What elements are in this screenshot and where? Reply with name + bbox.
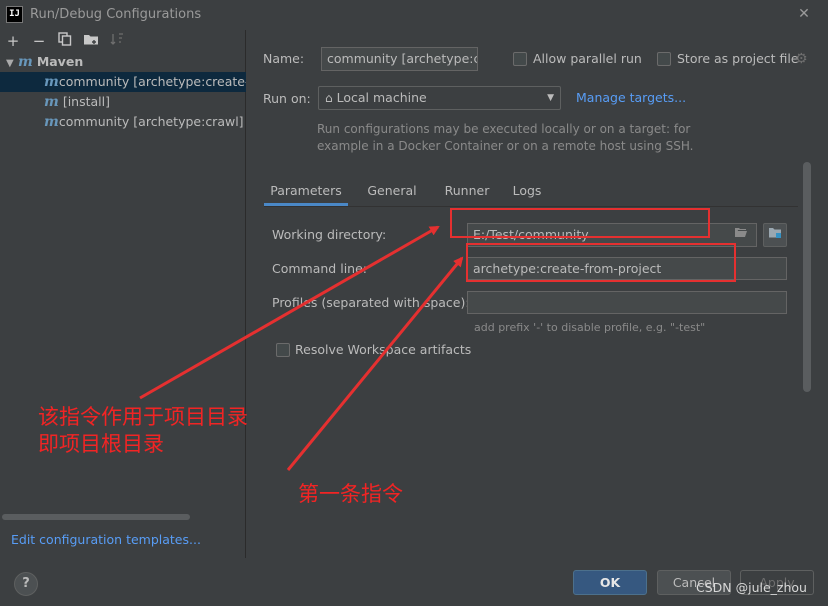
- ok-button[interactable]: OK: [573, 570, 647, 595]
- sidebar-toolbar: + −: [0, 30, 246, 52]
- run-on-hint-line2: example in a Docker Container or on a re…: [317, 139, 694, 153]
- csdn-watermark: CSDN @jule_zhou: [696, 580, 807, 595]
- store-project-label: Store as project file: [677, 51, 799, 66]
- close-icon[interactable]: ✕: [796, 6, 812, 22]
- configurations-sidebar: + − ▼ m Maven mcommunity [archetype:creat…: [0, 30, 246, 558]
- browse-folder-button[interactable]: [763, 223, 787, 247]
- annotation-note-line1: 该指令作用于项目目录: [38, 405, 248, 429]
- add-icon[interactable]: +: [4, 32, 22, 50]
- tab-runner[interactable]: Runner: [432, 178, 502, 206]
- tree-group-label: Maven: [36, 54, 84, 69]
- run-on-hint-line1: Run configurations may be executed local…: [317, 122, 691, 136]
- profiles-hint: add prefix '-' to disable profile, e.g. …: [474, 321, 706, 334]
- tab-general[interactable]: General: [356, 178, 428, 206]
- dialog-footer: ? OK Cancel Apply CSDN @jule_zhou: [0, 558, 828, 606]
- tree-item-label: community [archetype:create-from-project…: [58, 74, 246, 89]
- open-folder-icon[interactable]: [734, 226, 748, 241]
- profiles-input[interactable]: [467, 291, 787, 314]
- tree-item-label: [install]: [62, 94, 110, 109]
- annotation-box-working-directory: [450, 208, 710, 238]
- new-folder-icon[interactable]: [82, 32, 100, 50]
- run-on-value: Local machine: [336, 90, 427, 105]
- run-on-select[interactable]: ⌂ Local machine ▼: [318, 86, 561, 110]
- allow-parallel-label: Allow parallel run: [533, 51, 642, 66]
- tree-item[interactable]: mcommunity [archetype:crawl]: [0, 112, 246, 132]
- tab-logs[interactable]: Logs: [504, 178, 550, 206]
- working-directory-label: Working directory:: [272, 227, 387, 242]
- remove-icon[interactable]: −: [30, 32, 48, 50]
- editor-vertical-scrollbar[interactable]: [803, 162, 811, 392]
- intellij-logo-icon: IJ: [6, 6, 23, 23]
- sidebar-horizontal-scrollbar[interactable]: [2, 514, 190, 520]
- name-label: Name:: [263, 51, 305, 66]
- run-on-label: Run on:: [263, 91, 311, 106]
- maven-icon: m: [44, 94, 59, 110]
- tree-item-label: community [archetype:crawl]: [58, 114, 244, 129]
- copy-icon[interactable]: [56, 32, 74, 50]
- name-input[interactable]: community [archetype:create-from-project…: [321, 47, 478, 71]
- maven-icon: m: [44, 114, 59, 130]
- window-title: Run/Debug Configurations: [30, 7, 202, 22]
- resolve-workspace-label: Resolve Workspace artifacts: [295, 342, 472, 357]
- help-button[interactable]: ?: [14, 572, 38, 596]
- annotation-box-command-line: [466, 243, 736, 282]
- command-line-label: Command line:: [272, 261, 367, 276]
- store-project-checkbox[interactable]: [657, 52, 671, 66]
- tab-parameters[interactable]: Parameters: [264, 178, 348, 206]
- chevron-down-icon: ▼: [547, 93, 554, 103]
- maven-icon: m: [18, 54, 33, 70]
- sort-icon[interactable]: [108, 32, 126, 50]
- tree-item[interactable]: mcommunity [archetype:create-from-projec…: [0, 72, 246, 92]
- gear-icon[interactable]: ⚙: [795, 51, 808, 67]
- maven-icon: m: [44, 74, 59, 90]
- edit-templates-link[interactable]: Edit configuration templates...: [11, 532, 201, 547]
- tree-item[interactable]: m [install]: [0, 92, 246, 112]
- configuration-editor: Name: community [archetype:create-from-p…: [247, 30, 828, 558]
- allow-parallel-checkbox[interactable]: [513, 52, 527, 66]
- profiles-label: Profiles (separated with space):: [272, 295, 470, 310]
- title-bar: IJ Run/Debug Configurations ✕: [0, 0, 828, 30]
- resolve-workspace-checkbox[interactable]: [276, 343, 290, 357]
- annotation-note-line2: 即项目根目录: [38, 432, 164, 456]
- manage-targets-link[interactable]: Manage targets...: [576, 90, 686, 105]
- tree-group-maven[interactable]: ▼ m Maven: [0, 52, 246, 72]
- home-icon: ⌂: [325, 91, 333, 105]
- chevron-down-icon: ▼: [6, 58, 14, 69]
- annotation-note-first-command: 第一条指令: [298, 482, 403, 506]
